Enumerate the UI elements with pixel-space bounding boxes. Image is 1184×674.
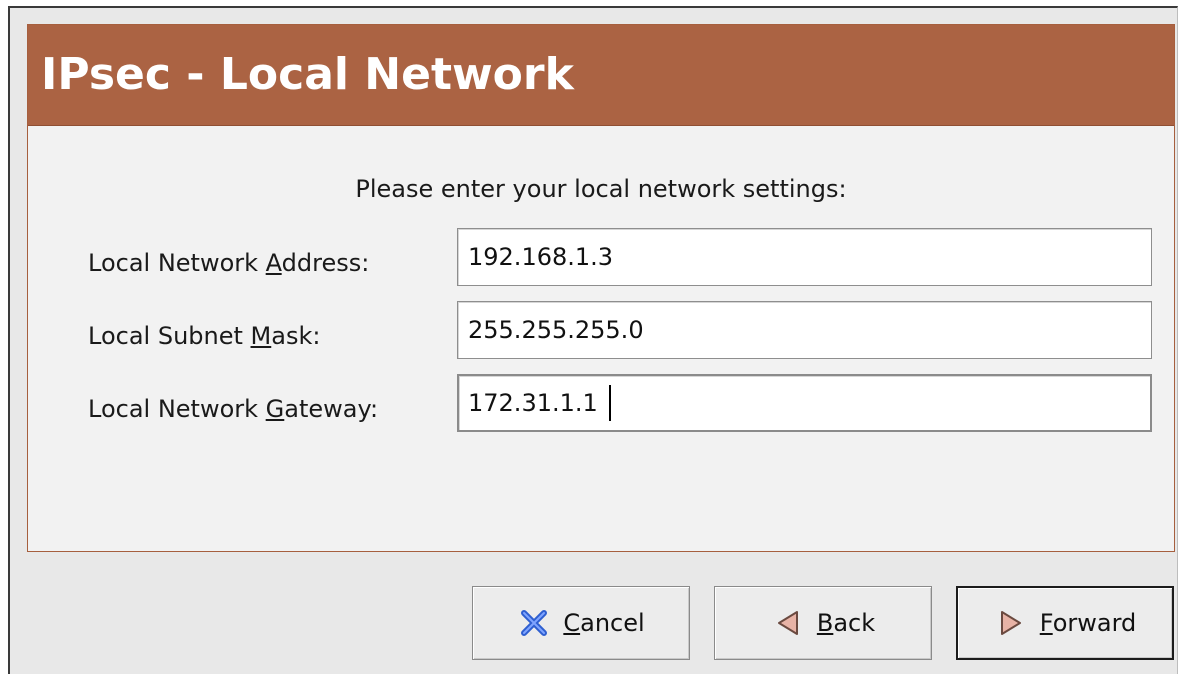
back-button[interactable]: Back bbox=[714, 586, 932, 660]
label-rest: ack bbox=[833, 609, 876, 637]
wizard-page: IPsec - Local Network Please enter your … bbox=[27, 24, 1175, 552]
label-mnemonic: A bbox=[265, 249, 282, 277]
forward-arrow-icon bbox=[994, 606, 1028, 640]
label-mnemonic: M bbox=[250, 322, 272, 350]
cancel-label: Cancel bbox=[563, 609, 644, 637]
label-text: ask: bbox=[271, 322, 321, 350]
label-mnemonic: G bbox=[265, 395, 285, 423]
cancel-x-icon bbox=[517, 606, 551, 640]
label-text: Local Subnet bbox=[88, 322, 251, 350]
page-header: IPsec - Local Network bbox=[28, 25, 1174, 126]
label-text: ateway: bbox=[284, 395, 379, 423]
dialog-window: IPsec - Local Network Please enter your … bbox=[8, 6, 1178, 674]
local-subnet-mask-label: Local Subnet Mask: bbox=[88, 322, 320, 350]
text-cursor bbox=[609, 385, 611, 421]
local-network-address-input[interactable] bbox=[457, 228, 1152, 286]
back-arrow-icon bbox=[771, 606, 805, 640]
forward-label: Forward bbox=[1040, 609, 1137, 637]
mnemonic: F bbox=[1039, 609, 1053, 637]
local-subnet-mask-input[interactable] bbox=[457, 301, 1152, 359]
cancel-button[interactable]: Cancel bbox=[472, 586, 690, 660]
label-rest: ancel bbox=[580, 609, 645, 637]
label-rest: orward bbox=[1052, 609, 1137, 637]
label-text: Local Network bbox=[88, 395, 266, 423]
local-network-gateway-label: Local Network Gateway: bbox=[88, 395, 378, 423]
back-label: Back bbox=[817, 609, 875, 637]
instruction-text: Please enter your local network settings… bbox=[355, 175, 847, 203]
local-network-gateway-input[interactable] bbox=[457, 374, 1152, 432]
local-network-address-label: Local Network Address: bbox=[88, 249, 369, 277]
label-text: ddress: bbox=[281, 249, 370, 277]
label-text: Local Network bbox=[88, 249, 266, 277]
forward-button[interactable]: Forward bbox=[956, 586, 1174, 660]
page-title: IPsec - Local Network bbox=[41, 49, 574, 100]
mnemonic: B bbox=[816, 609, 834, 637]
mnemonic: C bbox=[563, 609, 581, 637]
